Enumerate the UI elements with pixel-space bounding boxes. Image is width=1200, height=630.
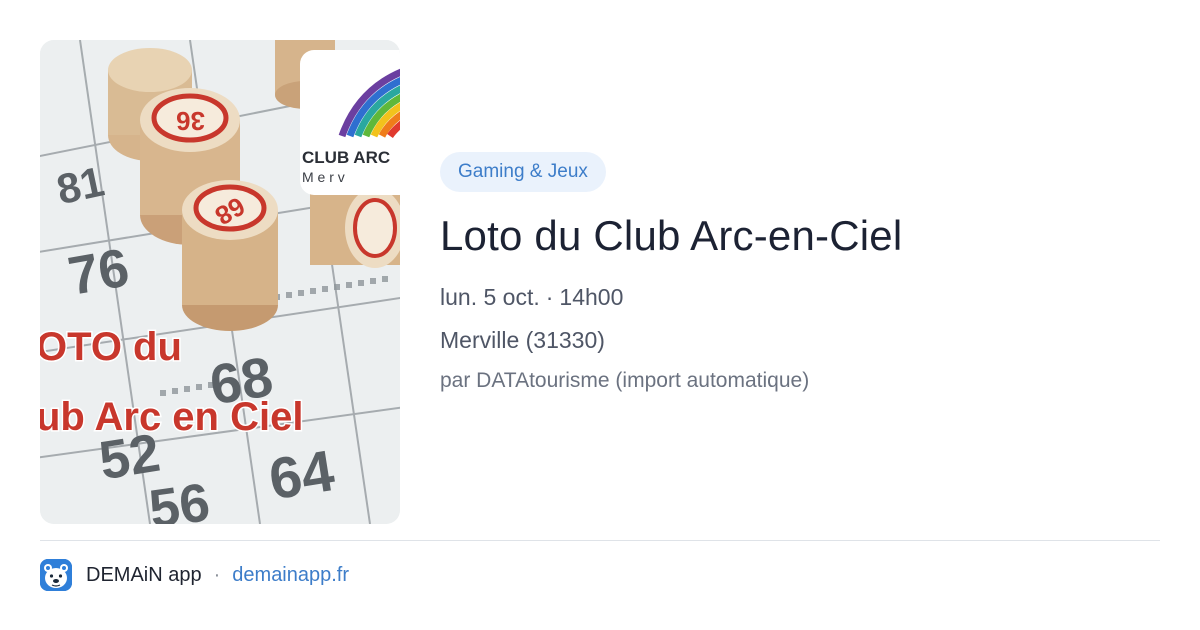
event-image[interactable]: 81 76 68 52 64 56 36 68 CLUB ARC M e r v… — [40, 40, 400, 524]
grid-number: 76 — [64, 237, 134, 307]
event-time: 14h00 — [559, 284, 624, 310]
grid-number: 64 — [265, 438, 339, 512]
footer-divider — [40, 540, 1160, 541]
footer: DEMAiN app · demainapp.fr — [40, 558, 349, 592]
event-card[interactable]: 81 76 68 52 64 56 36 68 CLUB ARC M e r v… — [40, 40, 1160, 524]
event-location: Merville (31330) — [440, 327, 605, 353]
bear-face-icon[interactable] — [40, 559, 72, 591]
event-source: par DATAtourisme (import automatique) — [440, 369, 810, 392]
grid-number: 81 — [53, 157, 108, 213]
event-image-illustration: 81 76 68 52 64 56 36 68 CLUB ARC M e r v… — [40, 40, 400, 524]
app-name: DEMAiN app — [86, 564, 202, 586]
app-website-link[interactable]: demainapp.fr — [232, 558, 349, 592]
event-info: Gaming & Jeux Loto du Club Arc-en-Ciel l… — [440, 152, 1140, 395]
footer-separator: · — [213, 564, 221, 586]
token-number: 36 — [176, 106, 205, 136]
event-datetime: lun. 5 oct. · 14h00 — [440, 282, 1140, 312]
meta-separator: · — [545, 284, 554, 310]
event-title[interactable]: Loto du Club Arc-en-Ciel — [440, 210, 1140, 262]
event-date: lun. 5 oct. — [440, 284, 540, 310]
logo-subtext: M e r v — [302, 169, 345, 185]
category-chip[interactable]: Gaming & Jeux — [440, 152, 606, 192]
grid-number: 56 — [146, 472, 214, 524]
logo-text: CLUB ARC — [302, 148, 390, 167]
overlay-title-line2: ub Arc en Ciel — [40, 395, 303, 439]
overlay-title-line1: OTO du — [40, 325, 182, 369]
